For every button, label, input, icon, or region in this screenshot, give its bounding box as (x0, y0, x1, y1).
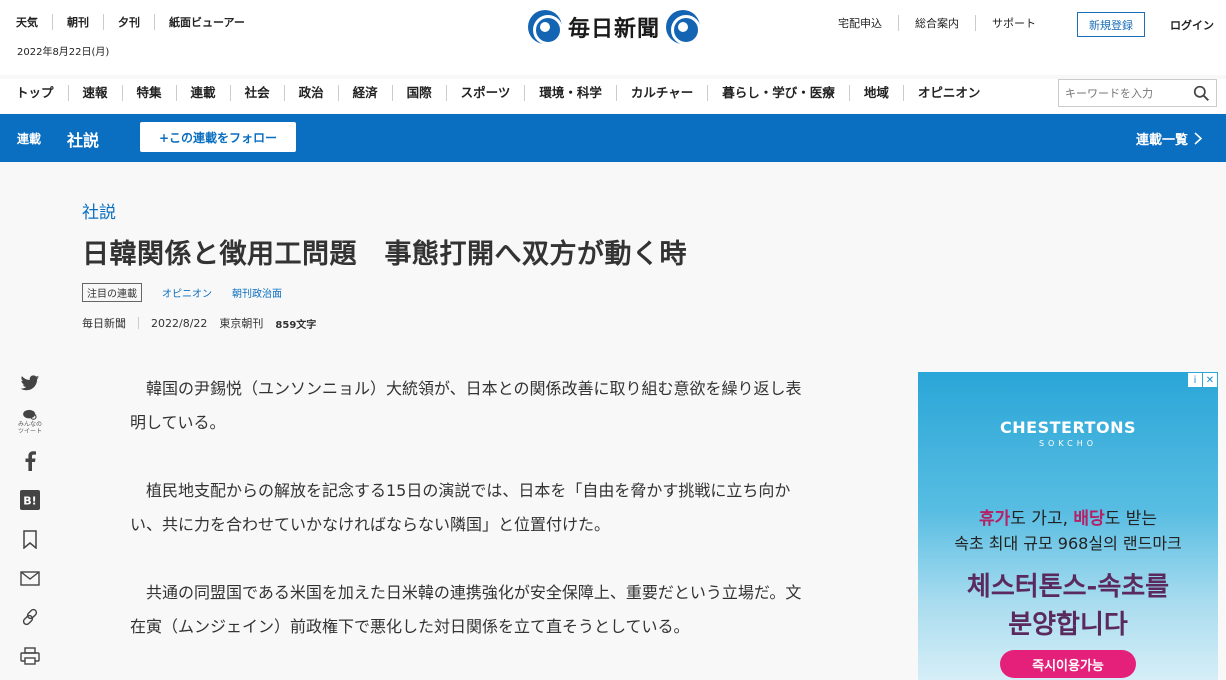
ad-close-icon[interactable]: ✕ (1203, 373, 1217, 387)
article-headline: 日韓関係と徴用工問題 事態打開へ双方が動く時 (82, 239, 687, 270)
login-link[interactable]: ログイン (1170, 17, 1214, 33)
series-list-link[interactable]: 連載一覧 (1136, 129, 1203, 148)
ad-copy-1-text: 도 가고, (1010, 509, 1074, 529)
nav-item-culture[interactable]: カルチャー (615, 85, 707, 101)
ad-copy-1-tail: 도 받는 (1104, 509, 1158, 529)
nav-item-sports[interactable]: スポーツ (445, 85, 525, 101)
bookmark-icon (23, 529, 37, 549)
global-nav: トップ 速報 特集 連載 社会 政治 経済 国際 スポーツ 環境・科学 カルチャ… (0, 79, 1226, 113)
nav-item-international[interactable]: 国際 (391, 85, 446, 101)
twitter-icon (20, 374, 40, 390)
tag-politics-page[interactable]: 朝刊政治面 (232, 285, 282, 300)
ad-brand: CHESTERTONS (1000, 418, 1136, 437)
ad-copy-3: 체스터톤스-속초를 분양합니다 (918, 568, 1218, 644)
general-info-link[interactable]: 総合案内 (898, 15, 975, 31)
morning-edition-link[interactable]: 朝刊 (52, 14, 103, 30)
share-bar: みんなのツイート B! (17, 370, 45, 680)
current-date: 2022年8月22日(月) (17, 47, 110, 58)
article-paragraph: 植民地支配からの解放を記念する15日の演説では、日本を「自由を脅かす挑戦に立ち向… (130, 481, 791, 534)
nav-item-series[interactable]: 連載 (175, 85, 230, 101)
copy-link-button[interactable] (17, 604, 43, 630)
ad-info-icon[interactable]: i (1188, 373, 1202, 387)
search-box (1058, 79, 1217, 107)
logo-emblem-icon (528, 10, 563, 45)
ad-cta-button[interactable]: 즉시이용가능 (1000, 650, 1136, 678)
article-tags: 注目の連載 オピニオン 朝刊政治面 (82, 283, 282, 302)
article-body: 韓国の尹錫悦（ユンソンニョル）大統領が、日本との関係改善に取り組む意欲を繰り返し… (130, 372, 810, 678)
article-source: 毎日新聞 (82, 317, 126, 330)
mail-share-button[interactable] (17, 565, 43, 591)
nav-item-top[interactable]: トップ (16, 85, 68, 101)
nav-item-features[interactable]: 特集 (121, 85, 176, 101)
article-meta: 毎日新聞 2022/8/22 東京朝刊 859文字 (82, 315, 316, 331)
print-icon (20, 647, 40, 665)
ad-copy-1: 휴가도 가고, 배당도 받는 (918, 504, 1218, 529)
nav-item-science[interactable]: 環境・科学 (524, 85, 616, 101)
nav-item-region[interactable]: 地域 (848, 85, 903, 101)
article-date: 2022/8/22 (151, 316, 208, 330)
series-title[interactable]: 社説 (67, 127, 99, 151)
nav-item-opinion[interactable]: オピニオン (902, 85, 995, 101)
nav-item-breaking[interactable]: 速報 (67, 85, 122, 101)
featured-series-tag[interactable]: 注目の連載 (82, 283, 142, 302)
bookmark-button[interactable] (17, 526, 43, 552)
svg-text:B!: B! (23, 495, 36, 508)
logo-text: 毎日新聞 (568, 16, 661, 42)
article-char-count: 859文字 (275, 319, 317, 331)
nav-item-economy[interactable]: 経済 (337, 85, 392, 101)
article-paragraph: 共通の同盟国である米国を加えた日米韓の連携強化が安全保障上、重要だという立場だ。… (130, 583, 802, 636)
utility-nav-left: 天気 朝刊 夕刊 紙面ビューアー (16, 14, 259, 30)
search-input[interactable] (1059, 80, 1184, 106)
tweet-bubble-icon (23, 409, 37, 420)
minna-tweet-button[interactable]: みんなのツイート (17, 409, 43, 435)
article-paragraph: 韓国の尹錫悦（ユンソンニョル）大統領が、日本との関係改善に取り組む意欲を繰り返し… (130, 379, 802, 432)
ad-copy-1-emph-2: 배당 (1073, 509, 1105, 529)
nav-item-politics[interactable]: 政治 (283, 85, 338, 101)
support-link[interactable]: サポート (975, 15, 1052, 31)
logo-emblem-icon (666, 10, 702, 45)
meta-divider (138, 317, 139, 329)
ad-copy-2: 속초 최대 규모 968실의 랜드마크 (954, 534, 1182, 553)
register-button[interactable]: 新規登録 (1077, 12, 1145, 37)
ad-brand-sub: SOKCHO (1038, 439, 1098, 448)
article-edition: 東京朝刊 (219, 317, 264, 330)
follow-series-button[interactable]: +この連載をフォロー (140, 122, 296, 152)
series-list-label: 連載一覧 (1136, 133, 1189, 148)
link-icon (22, 608, 38, 626)
minna-tweet-label: みんなのツイート (17, 421, 42, 435)
advertisement[interactable]: i ✕ CHESTERTONS SOKCHO 휴가도 가고, 배당도 받는 속초… (918, 372, 1218, 680)
tag-opinion[interactable]: オピニオン (162, 285, 212, 300)
facebook-share-button[interactable] (17, 448, 43, 474)
evening-edition-link[interactable]: 夕刊 (103, 14, 154, 30)
series-label: 連載 (17, 132, 42, 146)
hatena-bookmark-button[interactable]: B! (17, 487, 43, 513)
hatena-icon: B! (20, 490, 40, 510)
series-bar: 連載 社説 +この連載をフォロー 連載一覧 (0, 114, 1226, 162)
print-button[interactable] (17, 643, 43, 669)
mail-icon (20, 570, 40, 586)
weather-link[interactable]: 天気 (16, 14, 52, 30)
search-icon[interactable] (1193, 85, 1210, 102)
site-header: 天気 朝刊 夕刊 紙面ビューアー 2022年8月22日(月) 毎日新聞 宅配申込… (0, 0, 1226, 75)
nav-item-society[interactable]: 社会 (229, 85, 284, 101)
chevron-right-icon (1194, 132, 1203, 145)
ad-badge: i ✕ (1188, 373, 1217, 387)
facebook-icon (25, 451, 36, 471)
ad-copy-1-emph: 휴가 (978, 509, 1011, 529)
site-logo[interactable]: 毎日新聞 (528, 10, 702, 45)
utility-nav-right: 宅配申込 総合案内 サポート (838, 15, 1052, 31)
twitter-share-button[interactable] (17, 370, 43, 396)
delivery-signup-link[interactable]: 宅配申込 (838, 15, 898, 31)
article-category[interactable]: 社説 (82, 198, 116, 223)
paper-viewer-link[interactable]: 紙面ビューアー (154, 14, 259, 30)
ad-copy-3-line-2: 분양합니다 (1008, 610, 1128, 640)
ad-copy-3-line-1: 체스터톤스-속초를 (966, 572, 1170, 602)
nav-item-life[interactable]: 暮らし・学び・医療 (707, 85, 849, 101)
